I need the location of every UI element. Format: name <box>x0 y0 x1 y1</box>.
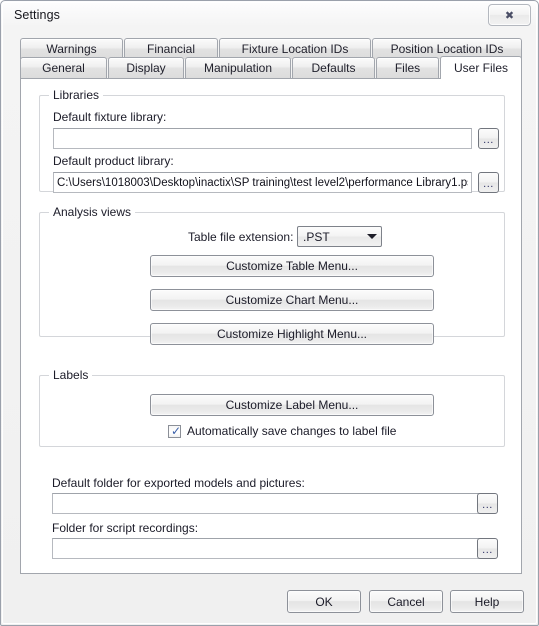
tab-warnings[interactable]: Warnings <box>20 38 123 59</box>
tab-panel-user-files: Libraries Default fixture library: ... D… <box>20 78 522 574</box>
exported-folder-browse-button[interactable]: ... <box>477 493 498 514</box>
customize-table-menu-button[interactable]: Customize Table Menu... <box>150 255 434 277</box>
ok-button[interactable]: OK <box>287 590 361 613</box>
ellipsis-icon: ... <box>483 178 494 190</box>
button-label: Customize Label Menu... <box>225 398 359 412</box>
tab-financial[interactable]: Financial <box>124 38 218 59</box>
tab-label: Files <box>394 61 421 75</box>
table-file-extension-value: .PST <box>303 229 330 244</box>
table-file-extension-label: Table file extension: <box>188 230 294 244</box>
button-label: Customize Highlight Menu... <box>216 327 368 341</box>
tab-general[interactable]: General <box>20 57 107 78</box>
tab-label: Defaults <box>311 61 356 75</box>
tab-label: Display <box>126 61 166 75</box>
tab-row-bottom: General Display Manipulation Defaults Fi… <box>20 56 522 79</box>
libraries-group: Libraries Default fixture library: ... D… <box>39 88 505 193</box>
button-label: Customize Table Menu... <box>226 259 358 273</box>
ellipsis-icon: ... <box>483 134 494 146</box>
script-folder-label: Folder for script recordings: <box>52 521 199 535</box>
auto-save-label-file-checkbox-row[interactable]: ✓ Automatically save changes to label fi… <box>168 424 396 438</box>
default-product-library-label: Default product library: <box>53 154 174 168</box>
ellipsis-icon: ... <box>482 499 493 511</box>
tab-label: User Files <box>453 61 508 75</box>
tab-control: Warnings Financial Fixture Location IDs … <box>20 38 522 574</box>
button-label: Help <box>474 594 500 609</box>
customize-chart-menu-button[interactable]: Customize Chart Menu... <box>150 289 434 311</box>
exported-folder-input[interactable] <box>52 493 489 514</box>
libraries-legend: Libraries <box>49 88 104 102</box>
customize-label-menu-button[interactable]: Customize Label Menu... <box>150 394 434 416</box>
tab-label: Warnings <box>46 42 97 56</box>
settings-window: Settings ✖ Warnings Financial Fixture Lo… <box>0 0 539 626</box>
window-title: Settings <box>14 8 60 22</box>
customize-highlight-menu-button[interactable]: Customize Highlight Menu... <box>150 323 434 345</box>
default-product-library-browse-button[interactable]: ... <box>478 172 499 193</box>
script-folder-browse-button[interactable]: ... <box>477 538 498 559</box>
tab-label: Fixture Location IDs <box>241 42 349 56</box>
labels-legend: Labels <box>49 368 93 382</box>
tab-label: Manipulation <box>203 61 273 75</box>
chevron-down-icon <box>363 234 381 239</box>
close-icon: ✖ <box>504 8 515 22</box>
default-fixture-library-label: Default fixture library: <box>53 110 167 124</box>
default-product-library-input[interactable] <box>53 172 472 193</box>
title-bar: Settings ✖ <box>1 1 538 31</box>
auto-save-label-file-checkbox[interactable]: ✓ <box>168 423 182 438</box>
cancel-button[interactable]: Cancel <box>369 590 443 613</box>
tab-display[interactable]: Display <box>108 57 184 78</box>
analysis-views-group: Analysis views Table file extension: .PS… <box>39 205 505 345</box>
button-label: Customize Chart Menu... <box>225 293 359 307</box>
close-button[interactable]: ✖ <box>488 4 531 26</box>
default-fixture-library-browse-button[interactable]: ... <box>478 128 499 149</box>
tab-defaults[interactable]: Defaults <box>292 57 375 78</box>
tab-label: General <box>42 61 85 75</box>
auto-save-label-file-label: Automatically save changes to label file <box>187 424 397 438</box>
default-fixture-library-input[interactable] <box>53 128 472 149</box>
tab-fixture-location-ids[interactable]: Fixture Location IDs <box>219 38 371 59</box>
table-file-extension-select[interactable]: .PST <box>297 226 382 247</box>
ellipsis-icon: ... <box>482 544 493 556</box>
tab-files[interactable]: Files <box>376 57 439 78</box>
button-label: Cancel <box>387 594 425 609</box>
tab-user-files[interactable]: User Files <box>440 56 522 79</box>
help-button[interactable]: Help <box>450 590 524 613</box>
analysis-views-legend: Analysis views <box>49 205 136 219</box>
tab-manipulation[interactable]: Manipulation <box>185 57 291 78</box>
checkmark-icon: ✓ <box>171 423 182 438</box>
tab-label: Position Location IDs <box>390 42 504 56</box>
labels-group: Labels Customize Label Menu... ✓ Automat… <box>39 368 505 447</box>
tab-label: Financial <box>146 42 196 56</box>
button-label: OK <box>315 594 333 609</box>
exported-folder-label: Default folder for exported models and p… <box>52 476 305 490</box>
script-folder-input[interactable] <box>52 538 489 559</box>
